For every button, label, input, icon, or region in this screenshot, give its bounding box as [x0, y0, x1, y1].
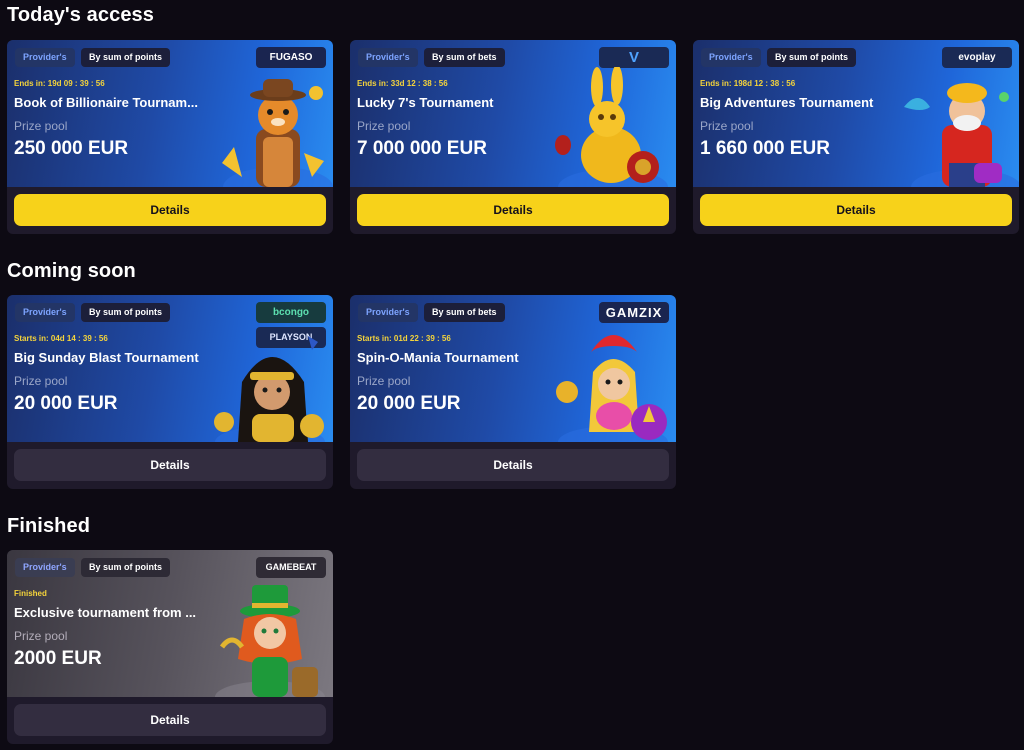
- section-title-finished: Finished: [7, 515, 91, 537]
- provider-logo: V: [599, 47, 669, 68]
- provider-chip: Provider's: [358, 48, 418, 67]
- tournament-name: Big Adventures Tournament: [700, 95, 874, 110]
- tournament-banner[interactable]: Provider's By sum of bets GAMZIX Starts …: [350, 295, 676, 442]
- tournament-timer: Ends in: 198d 12 : 38 : 56: [700, 79, 796, 88]
- prize-pool-label: Prize pool: [357, 119, 411, 133]
- golden-rabbit-art: [555, 67, 668, 187]
- prize-pool-value: 2000 EUR: [14, 648, 102, 669]
- prize-pool-label: Prize pool: [14, 374, 68, 388]
- tournament-card: Provider's By sum of points GAMEBEAT Fin…: [7, 550, 333, 744]
- details-button[interactable]: Details: [14, 194, 326, 226]
- leprechaun-girl-art: [215, 585, 325, 697]
- provider-logo: GAMZIX: [599, 302, 669, 323]
- tournament-card: Provider's By sum of bets V Ends in: 33d…: [350, 40, 676, 234]
- prize-pool-value: 7 000 000 EUR: [357, 138, 487, 159]
- provider-chip: Provider's: [701, 48, 761, 67]
- provider-chip: Provider's: [358, 303, 418, 322]
- tiger-character-art: [222, 79, 333, 187]
- details-button[interactable]: Details: [14, 704, 326, 736]
- tournament-banner[interactable]: Provider's By sum of points GAMEBEAT Fin…: [7, 550, 333, 697]
- provider-logo: evoplay: [942, 47, 1012, 68]
- details-button[interactable]: Details: [700, 194, 1012, 226]
- tournament-name: Book of Billionaire Tournam...: [14, 95, 198, 110]
- sort-chip: By sum of points: [81, 303, 171, 322]
- tournament-name: Spin-O-Mania Tournament: [357, 350, 519, 365]
- tournament-name: Lucky 7's Tournament: [357, 95, 494, 110]
- tournament-timer: Ends in: 33d 12 : 38 : 56: [357, 79, 448, 88]
- sort-chip: By sum of points: [81, 48, 171, 67]
- provider-logo: GAMEBEAT: [256, 557, 326, 578]
- prize-pool-label: Prize pool: [14, 629, 68, 643]
- tournament-banner[interactable]: Provider's By sum of points evoplay Ends…: [693, 40, 1019, 187]
- sort-chip: By sum of bets: [424, 303, 505, 322]
- prize-pool-label: Prize pool: [357, 374, 411, 388]
- provider-chip: Provider's: [15, 558, 75, 577]
- prize-pool-value: 20 000 EUR: [14, 393, 118, 414]
- tournament-card: Provider's By sum of bets GAMZIX Starts …: [350, 295, 676, 489]
- prize-pool-value: 1 660 000 EUR: [700, 138, 830, 159]
- tournament-name: Big Sunday Blast Tournament: [14, 350, 199, 365]
- tournament-name: Exclusive tournament from ...: [14, 605, 197, 620]
- provider-logo: FUGASO: [256, 47, 326, 68]
- tournament-banner[interactable]: Provider's By sum of bets V Ends in: 33d…: [350, 40, 676, 187]
- prize-pool-value: 250 000 EUR: [14, 138, 129, 159]
- tournament-timer: Ends in: 19d 09 : 39 : 56: [14, 79, 105, 88]
- tournament-banner[interactable]: Provider's By sum of points FUGASO Ends …: [7, 40, 333, 187]
- provider-logo: bcongo: [256, 302, 326, 323]
- sort-chip: By sum of points: [767, 48, 857, 67]
- tournament-timer: Starts in: 01d 22 : 39 : 56: [357, 334, 451, 343]
- sort-chip: By sum of points: [81, 558, 171, 577]
- details-button[interactable]: Details: [357, 194, 669, 226]
- section-title-coming-soon: Coming soon: [7, 260, 136, 282]
- tournament-card: Provider's By sum of points FUGASO Ends …: [7, 40, 333, 234]
- prize-pool-label: Prize pool: [14, 119, 68, 133]
- provider-chip: Provider's: [15, 303, 75, 322]
- details-button[interactable]: Details: [14, 449, 326, 481]
- details-button[interactable]: Details: [357, 449, 669, 481]
- tournament-card: Provider's By sum of points evoplay Ends…: [693, 40, 1019, 234]
- prize-pool-label: Prize pool: [700, 119, 754, 133]
- sort-chip: By sum of bets: [424, 48, 505, 67]
- carnival-dancer-art: [556, 335, 668, 442]
- tournament-timer: Finished: [14, 589, 47, 598]
- tournament-card: Provider's By sum of points bcongo PLAYS…: [7, 295, 333, 489]
- prize-pool-value: 20 000 EUR: [357, 393, 461, 414]
- egyptian-queen-art: [214, 336, 325, 442]
- tournament-banner[interactable]: Provider's By sum of points bcongo PLAYS…: [7, 295, 333, 442]
- miner-character-art: [904, 83, 1019, 187]
- provider-chip: Provider's: [15, 48, 75, 67]
- tournament-timer: Starts in: 04d 14 : 39 : 56: [14, 334, 108, 343]
- section-title-today: Today's access: [7, 4, 154, 26]
